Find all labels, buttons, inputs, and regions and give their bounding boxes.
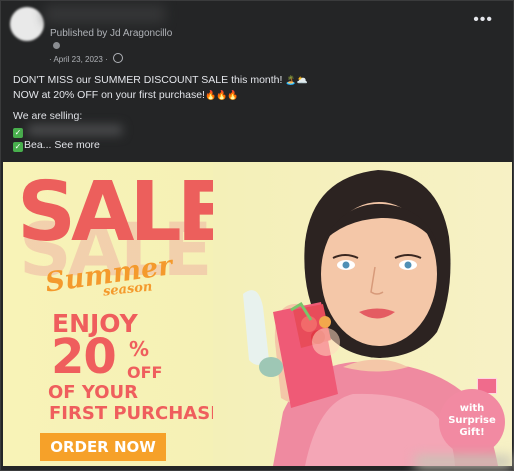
first-purchase-text: FIRST PURCHASE! (49, 403, 231, 424)
promo-banner[interactable]: SALE SALE Summer season ENJOY 20 % OFF O… (3, 162, 512, 466)
off-text: OFF (127, 363, 163, 382)
globe-icon (112, 53, 123, 63)
blurred-item (28, 124, 122, 135)
date-separator-2: · (105, 55, 108, 64)
avatar[interactable] (10, 7, 44, 41)
post-header: Published by Jd Aragoncillo · April 23, … (1, 1, 514, 71)
order-now-button[interactable]: ORDER NOW (40, 433, 166, 461)
offer-text: NOW at 20% OFF on your first purchase! (13, 88, 205, 101)
blurred-watermark (415, 456, 512, 468)
published-by[interactable]: Published by Jd Aragoncillo (50, 28, 172, 39)
audience-icon (53, 42, 60, 49)
facebook-post: Published by Jd Aragoncillo · April 23, … (0, 0, 514, 471)
discount-percent-sign: % (129, 337, 150, 361)
blurred-name (45, 5, 165, 23)
more-options-icon[interactable]: ••• (473, 12, 493, 28)
check-icon: ✓ (13, 127, 23, 138)
item-text: Bea... (24, 139, 52, 152)
discount-number: 20 (51, 329, 117, 385)
post-text: DON'T MISS our SUMMER DISCOUNT SALE this… (13, 73, 503, 153)
post-date-row[interactable]: · April 23, 2023 · (49, 53, 123, 64)
surprise-gift-badge: with Surprise Gift! (439, 389, 505, 455)
check-icon: ✓ (13, 142, 23, 153)
see-more-link[interactable]: See more (51, 139, 100, 151)
of-your-text: OF YOUR (48, 382, 139, 403)
headline-emoji: 🏝️🌥️ (285, 75, 308, 85)
fire-emoji: 🔥🔥🔥 (204, 89, 239, 100)
date-separator: · (49, 55, 52, 64)
headline-text: DON'T MISS our SUMMER DISCOUNT SALE this… (13, 74, 286, 86)
selling-text: We are selling: (13, 110, 83, 123)
sale-title: SALE (17, 165, 233, 260)
post-date[interactable]: April 23, 2023 (53, 55, 102, 64)
